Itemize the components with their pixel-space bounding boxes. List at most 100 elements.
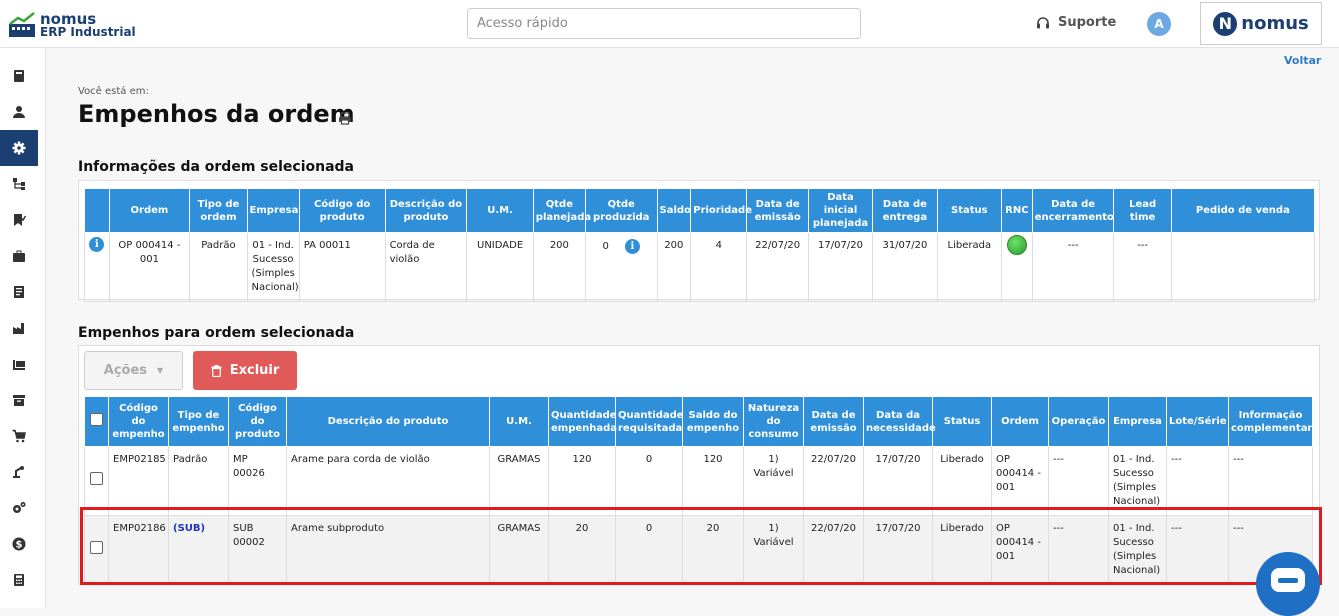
cell-saldo: 200: [656, 232, 692, 302]
delete-label: Excluir: [229, 363, 280, 378]
col-header-lead-time[interactable]: Lead time: [1113, 188, 1172, 233]
cell-data-emissao: 22/07/20: [746, 232, 809, 302]
order-row: i OP 000414 - 001 Padrão 01 - Ind. Suces…: [84, 232, 1316, 302]
cell-status: Liberada: [936, 232, 1003, 302]
info-icon[interactable]: i: [624, 239, 640, 254]
col-header-qtde-planejada[interactable]: Qtde planejada: [532, 188, 591, 233]
calculator-icon: [14, 574, 24, 586]
cell-lote: ---: [1166, 515, 1229, 585]
user-avatar[interactable]: A: [1147, 12, 1171, 36]
col-header-um[interactable]: U.M.: [489, 396, 549, 447]
col-header-empresa[interactable]: Empresa: [1108, 396, 1167, 447]
sidebar-item-flow[interactable]: [0, 166, 38, 202]
cell-pedido-venda: [1170, 232, 1316, 302]
table-row[interactable]: EMP02186 (SUB) SUB 00002 Arame subprodut…: [84, 515, 1313, 585]
col-header-ordem[interactable]: Ordem: [991, 396, 1049, 447]
col-header-descricao[interactable]: Descrição do produto: [384, 188, 468, 233]
sidebar-item-cart[interactable]: [0, 418, 38, 454]
sidebar-item-forklift[interactable]: [0, 346, 38, 382]
sidebar-item-archive[interactable]: [0, 382, 38, 418]
cell-ordem: OP 000414 - 001: [991, 515, 1049, 585]
actions-dropdown-button[interactable]: Ações ▼: [84, 351, 183, 390]
print-icon[interactable]: [338, 112, 352, 125]
caret-down-icon: ▼: [157, 366, 164, 375]
cell-qtd-empenhada: 20: [548, 515, 616, 585]
back-link[interactable]: Voltar: [1284, 54, 1321, 67]
col-header-um[interactable]: U.M.: [466, 188, 534, 233]
col-header-rnc[interactable]: RNC: [1001, 188, 1033, 233]
cell-empresa: 01 - Ind. Sucesso (Simples Nacional): [246, 232, 300, 302]
cell-data-emissao: 22/07/20: [803, 446, 864, 516]
brand-text: nomus: [1241, 13, 1309, 34]
table-row[interactable]: EMP02185 Padrão MP 00026 Arame para cord…: [84, 446, 1313, 516]
col-header-natureza-consumo[interactable]: Natureza do consumo: [743, 396, 804, 447]
cell-saldo: 20: [682, 515, 744, 585]
briefcase-icon: [13, 250, 25, 262]
sidebar-item-robot[interactable]: [0, 454, 38, 490]
svg-text:$: $: [16, 540, 23, 551]
cell-um: GRAMAS: [489, 446, 549, 516]
cell-um: GRAMAS: [489, 515, 549, 585]
col-header-codigo-produto[interactable]: Código do produto: [298, 188, 386, 233]
col-header-descricao-produto[interactable]: Descrição do produto: [286, 396, 490, 447]
col-header-data-encerramento[interactable]: Data de encerramento: [1031, 188, 1115, 233]
delete-button[interactable]: Excluir: [193, 351, 297, 390]
sidebar-item-bookmark[interactable]: [0, 202, 38, 238]
col-header-saldo[interactable]: Saldo: [656, 188, 692, 233]
row-checkbox[interactable]: [90, 472, 103, 485]
col-header-data-emissao[interactable]: Data de emissão: [803, 396, 864, 447]
row-checkbox[interactable]: [90, 541, 103, 554]
col-header-status[interactable]: Status: [932, 396, 992, 447]
sidebar-item-calculator[interactable]: [0, 562, 38, 598]
col-header-lote-serie[interactable]: Lote/Série: [1166, 396, 1229, 447]
col-header-prioridade[interactable]: Prioridade: [690, 188, 752, 233]
col-header-data-inicial[interactable]: Data inicial planejada: [807, 188, 874, 233]
select-all-checkbox[interactable]: [90, 413, 103, 426]
cell-empresa: 01 - Ind. Sucesso (Simples Nacional): [1108, 515, 1167, 585]
col-header-tipo-ordem[interactable]: Tipo de ordem: [189, 188, 248, 233]
col-header-tipo-empenho[interactable]: Tipo de empenho: [168, 396, 229, 447]
col-header-data-emissao[interactable]: Data de emissão: [746, 188, 809, 233]
cell-produto: SUB 00002: [228, 515, 287, 585]
col-header-codigo-empenho[interactable]: Código do empenho: [108, 396, 169, 447]
sidebar-item-finance[interactable]: $: [0, 526, 38, 562]
col-header-status[interactable]: Status: [936, 188, 1003, 233]
sidebar-item-settings[interactable]: [0, 130, 38, 166]
cell-data-emissao: 22/07/20: [803, 515, 864, 585]
col-header-qtd-requisitada[interactable]: Quantidade requisitada: [615, 396, 684, 447]
sidebar-item-briefcase[interactable]: [0, 238, 38, 274]
cell-descricao: Corda de violão: [384, 232, 468, 302]
col-header-info-complementar[interactable]: Informação complementar: [1228, 396, 1313, 447]
quick-access-search-input[interactable]: [467, 8, 861, 39]
commitments-table: Código do empenho Tipo de empenho Código…: [84, 396, 1313, 585]
qtde-produzida-value: 0: [602, 241, 609, 252]
support-link[interactable]: Suporte: [1036, 15, 1116, 30]
info-icon[interactable]: i: [89, 237, 105, 252]
cell-data-necessidade: 17/07/20: [863, 446, 933, 516]
archive-icon: [13, 395, 25, 406]
cell-codigo: PA 00011: [298, 232, 386, 302]
col-header-operacao[interactable]: Operação: [1048, 396, 1109, 447]
cell-qtde-produzida: 0i: [584, 232, 658, 302]
sidebar-item-factory[interactable]: [0, 310, 38, 346]
col-header-saldo-empenho[interactable]: Saldo do empenho: [682, 396, 744, 447]
sidebar-item-user[interactable]: [0, 94, 38, 130]
book-icon: [14, 70, 24, 82]
sidebar-item-book[interactable]: [0, 58, 38, 94]
chat-bubble-bar: [1278, 578, 1298, 583]
flow-icon: [13, 178, 25, 190]
col-header-qtde-produzida[interactable]: Qtde produzida: [584, 188, 658, 233]
col-header-data-entrega[interactable]: Data de entrega: [872, 188, 938, 233]
cell-ordem: OP 000414 - 001: [991, 446, 1049, 516]
col-header-qtd-empenhada[interactable]: Quantidade empenhada: [548, 396, 617, 447]
factory-icon: [13, 323, 24, 334]
sidebar-item-gears[interactable]: [0, 490, 38, 526]
sidebar-item-document[interactable]: [0, 274, 38, 310]
col-header-pedido-venda[interactable]: Pedido de venda: [1170, 188, 1316, 233]
col-header-codigo-produto[interactable]: Código do produto: [228, 396, 287, 447]
col-header-empresa[interactable]: Empresa: [246, 188, 300, 233]
sub-type-link[interactable]: (SUB): [173, 523, 205, 534]
col-header-data-necessidade[interactable]: Data da necessidade: [863, 396, 936, 447]
col-header-ordem[interactable]: Ordem: [108, 188, 191, 233]
cell-ordem: OP 000414 - 001: [108, 232, 191, 302]
